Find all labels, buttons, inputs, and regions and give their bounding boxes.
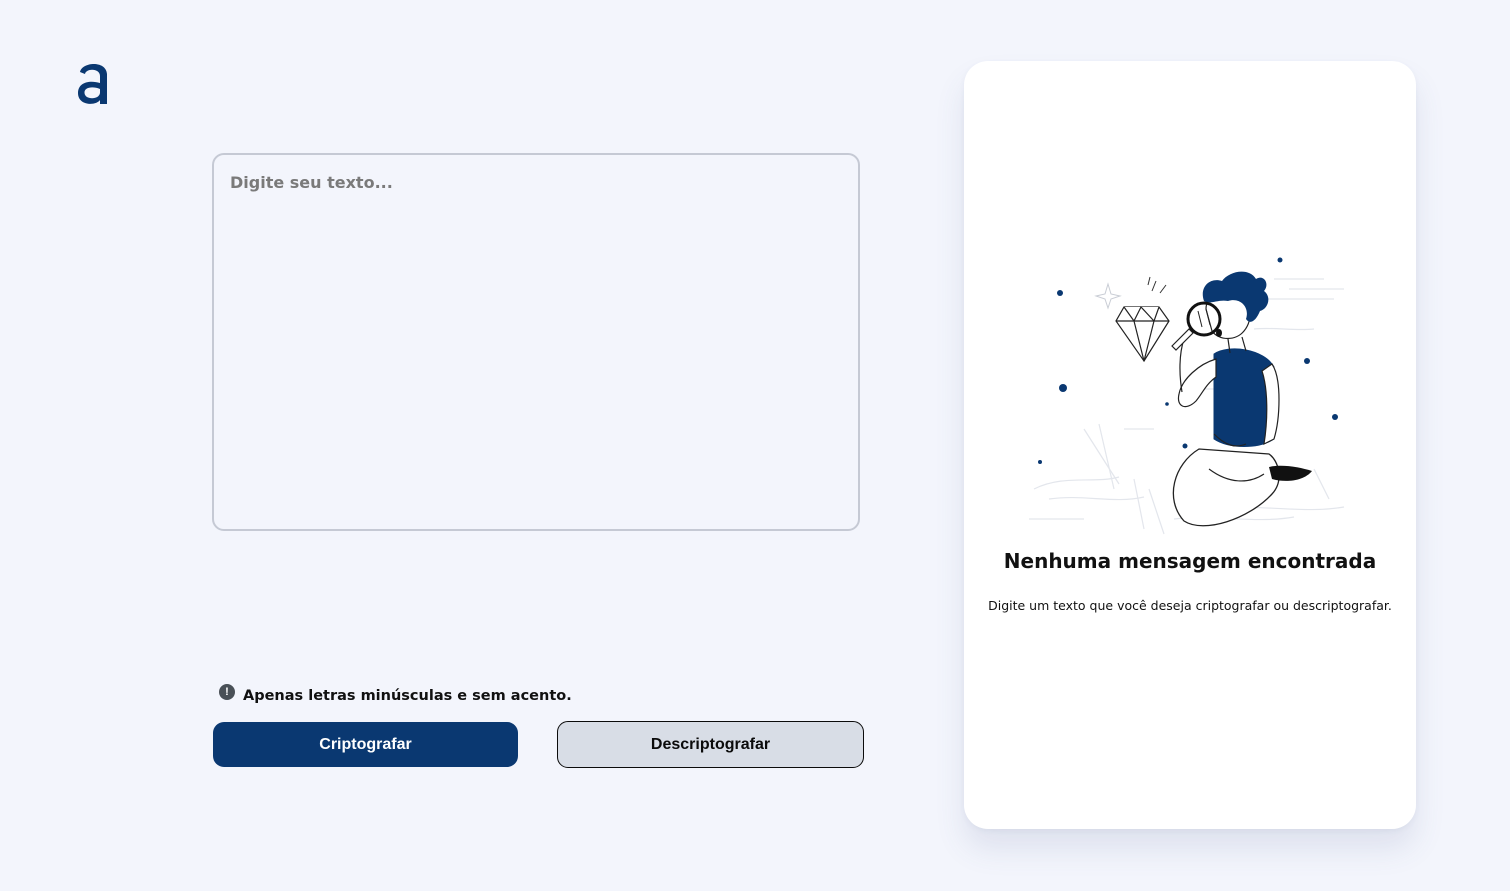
hint-text: Apenas letras minúsculas e sem acento. [243, 688, 572, 704]
person-with-magnifying-glass-illustration [1029, 257, 1345, 535]
empty-state-title: Nenhuma mensagem encontrada [1003, 549, 1377, 573]
logo-icon [78, 64, 107, 104]
empty-state-description: Digite um texto que você deseja criptogr… [988, 598, 1392, 613]
exclamation-circle-icon: ! [219, 684, 235, 700]
message-input[interactable] [212, 153, 860, 531]
input-hint: ! Apenas letras minúsculas e sem acento. [219, 684, 572, 704]
encrypt-button[interactable]: Criptografar [213, 722, 518, 767]
result-panel: Nenhuma mensagem encontrada Digite um te… [964, 61, 1416, 829]
decrypt-button[interactable]: Descriptografar [557, 721, 864, 768]
